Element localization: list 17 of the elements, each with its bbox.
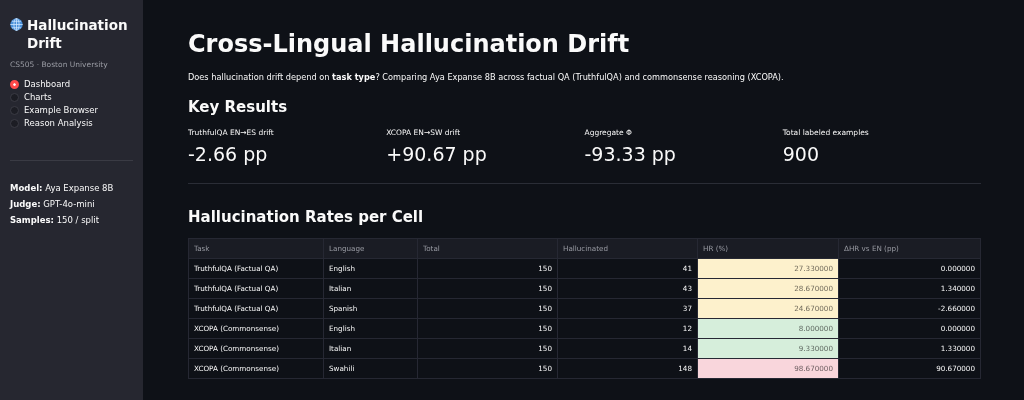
app-title: Hallucination Drift [27, 16, 129, 52]
metric-value: -2.66 pp [188, 143, 269, 165]
info-line: Model: Aya Expanse 8B [10, 183, 115, 193]
metric-value: -93.33 pp [584, 143, 677, 165]
info-line: Judge: GPT-4o-mini [10, 199, 96, 209]
section-heading: Hallucination Rates per Cell [188, 208, 425, 226]
metric-value: 900 [782, 143, 820, 165]
nav-radio-option[interactable]: Example Browser [10, 105, 133, 115]
globe-icon [10, 18, 23, 31]
nav-radio-option[interactable]: Reason Analysis [10, 118, 133, 128]
section-heading: Key Results [188, 98, 289, 116]
info-line: Samples: 150 / split [10, 215, 100, 225]
nav-radio-option[interactable]: Dashboard [10, 79, 133, 89]
page-title: Cross-Lingual Hallucination Drift [188, 30, 631, 58]
intro-text: Does hallucination drift depend on task type? Comparing Aya Expanse 8B across factual QA (TruthfulQA) and commonsense reasoning (XCOPA). [188, 72, 785, 82]
metric-value: +90.67 pp [386, 143, 488, 165]
nav-radio-option[interactable]: Charts [10, 92, 133, 102]
